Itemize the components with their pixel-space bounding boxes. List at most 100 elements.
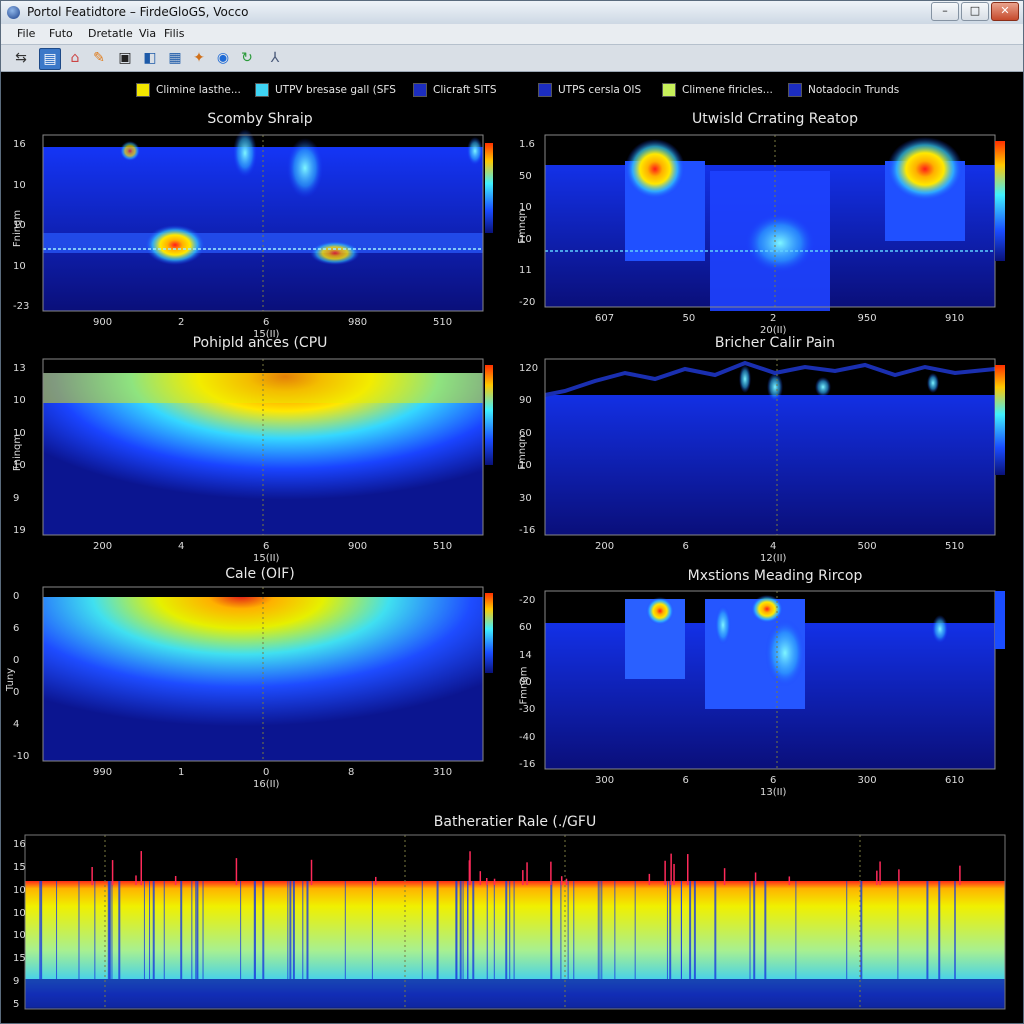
y-tick-label: -20: [519, 297, 536, 308]
x-tick-label: 50: [682, 313, 696, 324]
y-tick-label: 10: [13, 907, 26, 919]
menu-filis[interactable]: Filis: [164, 27, 184, 40]
y-tick-label: 16: [13, 839, 26, 850]
y-tick-label: 13: [13, 363, 26, 374]
x-tick-label: 310: [433, 767, 453, 778]
x-axis-label: 12(II): [760, 553, 787, 564]
y-tick-label: 15: [13, 953, 26, 965]
x-tick-label: 300: [595, 775, 615, 786]
y-tick-label: -10: [13, 751, 30, 762]
app-icon: [7, 6, 20, 19]
chart-area: Climine lasthe... UTPV bresase gall (SFS…: [5, 73, 1017, 1019]
x-tick-label: 500: [857, 541, 877, 552]
x-tick-label: 8: [348, 767, 355, 778]
x-tick-label: 6: [682, 541, 689, 552]
y-axis-label: Fmnqn: [516, 435, 528, 470]
x-tick-label: 990: [93, 767, 113, 778]
y-tick-label: 9: [13, 976, 20, 988]
menu-dretatle[interactable]: Dretatle: [88, 27, 133, 40]
globe-icon[interactable]: ◉: [213, 48, 233, 68]
y-tick-label: 11: [519, 265, 532, 277]
panel-4-heatmap: [544, 358, 1005, 536]
menu-via[interactable]: Via: [139, 27, 156, 40]
chart-icon[interactable]: ▤: [39, 48, 61, 70]
y-tick-label: 90: [519, 395, 532, 407]
x-tick-label: 910: [945, 313, 965, 324]
y-tick-label: 10: [13, 179, 26, 191]
y-tick-label: -16: [519, 525, 536, 536]
y-tick-label: 0: [13, 655, 20, 666]
y-axis-label: Fninqm: [12, 209, 24, 248]
x-tick-label: 980: [348, 317, 368, 328]
x-tick-label: 300: [857, 775, 877, 786]
gear-icon[interactable]: ✎: [89, 48, 109, 68]
x-tick-label: 2: [178, 317, 185, 328]
y-axis-label: Fmnqm: [518, 666, 530, 705]
menu-bar: File Futo Dretatle Via Filis: [1, 24, 1023, 45]
y-tick-label: -23: [13, 301, 30, 312]
refresh-icon[interactable]: ↻: [237, 48, 257, 68]
x-tick-label: 0: [263, 767, 270, 778]
tools-icon[interactable]: ✦: [189, 48, 209, 68]
y-tick-label: 50: [519, 170, 532, 182]
x-tick-label: 6: [682, 775, 689, 786]
x-tick-label: 2: [770, 313, 777, 324]
x-tick-label: 200: [595, 541, 615, 552]
y-tick-label: 16: [13, 139, 26, 150]
panel-2-heatmap: [544, 134, 1005, 311]
x-tick-label: 510: [945, 541, 965, 552]
x-tick-label: 607: [595, 313, 615, 324]
cursor-icon[interactable]: ⅄: [265, 48, 285, 68]
x-tick-label: 4: [178, 541, 185, 552]
x-tick-label: 6: [263, 541, 270, 552]
minimize-button[interactable]: –: [931, 2, 959, 21]
x-axis-label: 15(II): [253, 329, 280, 340]
menu-futo[interactable]: Futo: [49, 27, 73, 40]
y-tick-label: 10: [13, 930, 26, 942]
panel-3-heatmap: [42, 358, 493, 536]
y-tick-label: 15: [13, 861, 26, 873]
folder-icon[interactable]: ⌂: [65, 48, 85, 68]
panel-7-heatmap: [21, 833, 1006, 1017]
x-tick-label: 510: [433, 317, 453, 328]
y-tick-label: -30: [519, 704, 536, 716]
y-tick-label: 10: [13, 260, 26, 272]
window-title: Portol Featidtore – FirdeGloGS, Vocco: [27, 5, 249, 19]
x-axis-label: 13(II): [760, 787, 787, 798]
database-icon[interactable]: ▦: [165, 48, 185, 68]
x-tick-label: 1: [178, 767, 185, 778]
y-tick-label: -40: [519, 731, 536, 743]
y-axis-label: Fninqm: [12, 433, 24, 472]
y-tick-label: 14: [519, 649, 532, 661]
y-tick-label: -20: [519, 595, 536, 606]
x-tick-label: 610: [945, 775, 965, 786]
save-icon[interactable]: ▣: [115, 48, 135, 68]
y-tick-label: 10: [13, 395, 26, 407]
y-tick-label: 60: [519, 622, 532, 634]
y-tick-label: 5: [13, 999, 20, 1010]
close-button[interactable]: ✕: [991, 2, 1019, 21]
panel-6-heatmap: [544, 590, 1005, 770]
menu-file[interactable]: File: [17, 27, 35, 40]
maximize-button[interactable]: □: [961, 2, 989, 21]
title-bar: Portol Featidtore – FirdeGloGS, Vocco – …: [1, 1, 1023, 25]
y-tick-label: 120: [519, 363, 539, 374]
y-tick-label: 19: [13, 525, 26, 536]
y-tick-label: 4: [13, 719, 20, 730]
y-tick-label: 0: [13, 591, 20, 602]
x-tick-label: 200: [93, 541, 113, 552]
x-tick-label: 900: [348, 541, 368, 552]
y-axis-label: Fmnqn: [516, 209, 528, 244]
x-axis-label: 16(II): [253, 779, 280, 790]
panel-1-heatmap: [42, 129, 493, 312]
back-icon[interactable]: ⇆: [11, 48, 31, 68]
toolbar: ⇆ ▤ ⌂ ✎ ▣ ◧ ▦ ✦ ◉ ↻ ⅄: [1, 45, 1023, 72]
x-axis-label: 20(II): [760, 325, 787, 336]
y-tick-label: -16: [519, 759, 536, 770]
y-tick-label: 10: [13, 884, 26, 896]
export-icon[interactable]: ◧: [140, 48, 160, 68]
x-axis-label: 15(II): [253, 553, 280, 564]
app-window: Portol Featidtore – FirdeGloGS, Vocco – …: [0, 0, 1024, 1024]
y-tick-label: 1.6: [519, 139, 535, 150]
y-tick-label: 30: [519, 492, 532, 504]
